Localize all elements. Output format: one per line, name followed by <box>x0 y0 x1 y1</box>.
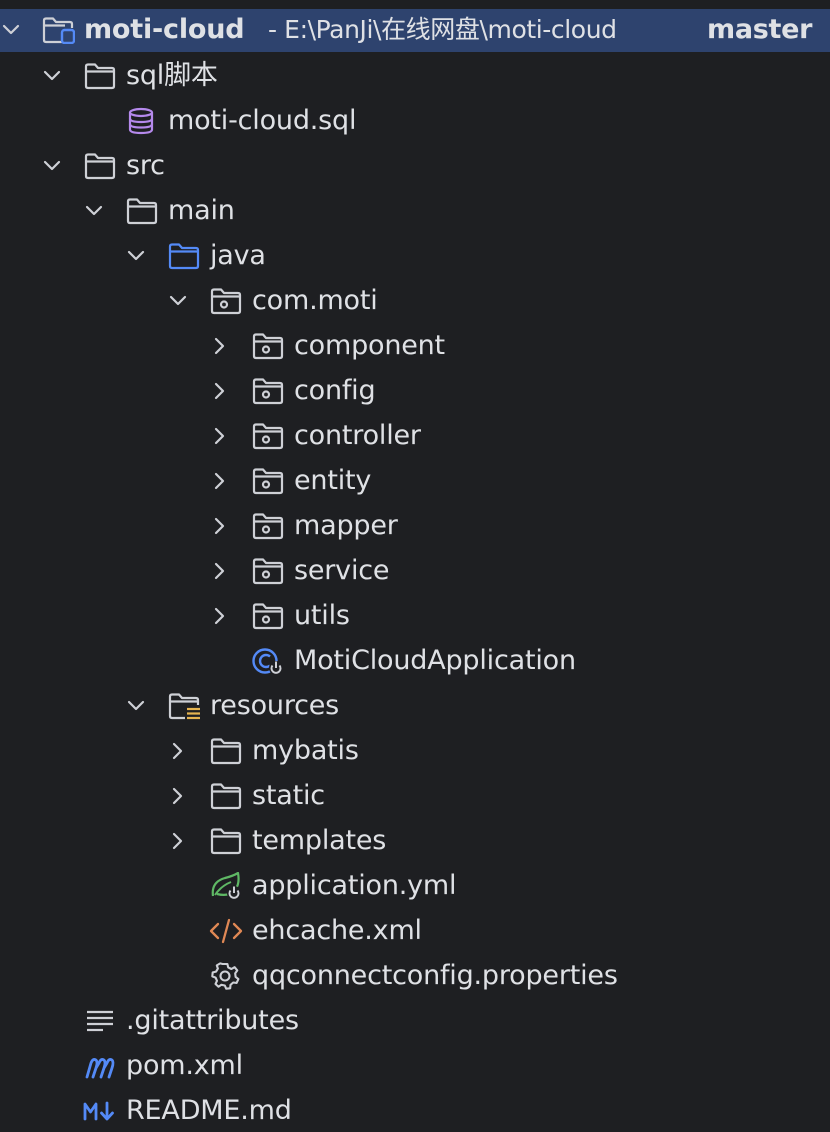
chevron-right-icon[interactable] <box>210 381 230 401</box>
markdown-icon <box>83 1097 117 1125</box>
tree-row-sql-dir[interactable]: sql脚本 <box>0 54 830 98</box>
folder-icon <box>209 827 243 855</box>
git-branch: master <box>707 14 813 45</box>
chevron-down-icon[interactable] <box>168 291 188 311</box>
chevron-down-icon[interactable] <box>126 696 146 716</box>
spring-config-icon <box>209 872 243 900</box>
source-folder-icon <box>167 242 201 270</box>
package-icon <box>251 467 285 495</box>
item-label: qqconnectconfig.properties <box>252 960 618 991</box>
item-label: README.md <box>126 1095 292 1126</box>
tree-row-resources[interactable]: resources <box>0 684 830 728</box>
item-label: controller <box>294 420 421 451</box>
text-file-icon <box>83 1007 117 1035</box>
tree-row-mapper[interactable]: mapper <box>0 504 830 548</box>
tree-row-controller[interactable]: controller <box>0 414 830 458</box>
tree-row-templates[interactable]: templates <box>0 819 830 863</box>
tree-row-static[interactable]: static <box>0 774 830 818</box>
item-label: ehcache.xml <box>252 915 422 946</box>
item-label: templates <box>252 825 387 856</box>
item-label: moti-cloud.sql <box>168 105 357 136</box>
package-icon <box>251 332 285 360</box>
resources-folder-icon <box>167 692 201 720</box>
maven-icon <box>83 1052 117 1080</box>
tree-row-java[interactable]: java <box>0 234 830 278</box>
package-icon <box>209 287 243 315</box>
chevron-right-icon[interactable] <box>210 516 230 536</box>
project-path: - E:\PanJi\在线网盘\moti-cloud <box>268 15 617 44</box>
tree-row-readme[interactable]: README.md <box>0 1089 830 1132</box>
package-icon <box>251 512 285 540</box>
item-label: main <box>168 195 235 226</box>
chevron-right-icon[interactable] <box>210 426 230 446</box>
tree-row-src[interactable]: src <box>0 144 830 188</box>
chevron-down-icon[interactable] <box>42 66 62 86</box>
item-label: mapper <box>294 510 398 541</box>
chevron-down-icon[interactable] <box>126 246 146 266</box>
package-icon <box>251 557 285 585</box>
chevron-down-icon[interactable] <box>1 20 21 40</box>
tree-row-gitattributes[interactable]: .gitattributes <box>0 999 830 1043</box>
tree-row-sql-file[interactable]: moti-cloud.sql <box>0 99 830 143</box>
chevron-down-icon[interactable] <box>84 201 104 221</box>
folder-icon <box>125 197 159 225</box>
item-label: service <box>294 555 390 586</box>
package-icon <box>251 602 285 630</box>
tree-row-app-class[interactable]: MotiCloudApplication <box>0 639 830 683</box>
project-folder-icon <box>41 16 75 44</box>
tree-row-entity[interactable]: entity <box>0 459 830 503</box>
item-label: application.yml <box>252 870 457 901</box>
item-label: java <box>210 240 266 271</box>
spring-boot-class-icon <box>251 647 285 675</box>
xml-icon <box>209 917 243 945</box>
database-icon <box>126 107 160 135</box>
item-label: config <box>294 375 376 406</box>
chevron-right-icon[interactable] <box>168 831 188 851</box>
tree-row-mybatis[interactable]: mybatis <box>0 729 830 773</box>
item-label: MotiCloudApplication <box>294 645 576 676</box>
folder-icon <box>83 152 117 180</box>
chevron-right-icon[interactable] <box>210 336 230 356</box>
tree-row-ehcache-xml[interactable]: ehcache.xml <box>0 909 830 953</box>
item-label: entity <box>294 465 372 496</box>
item-label: sql脚本 <box>126 60 218 91</box>
item-label: static <box>252 780 325 811</box>
folder-icon <box>209 782 243 810</box>
chevron-down-icon[interactable] <box>42 156 62 176</box>
tree-row-config[interactable]: config <box>0 369 830 413</box>
item-label: utils <box>294 600 350 631</box>
folder-icon <box>83 62 117 90</box>
chevron-right-icon[interactable] <box>210 606 230 626</box>
folder-icon <box>209 737 243 765</box>
item-label: src <box>126 150 165 181</box>
item-label: pom.xml <box>126 1050 243 1081</box>
package-icon <box>251 377 285 405</box>
chevron-right-icon[interactable] <box>210 561 230 581</box>
item-label: com.moti <box>252 285 378 316</box>
chevron-right-icon[interactable] <box>168 741 188 761</box>
tree-row-main[interactable]: main <box>0 189 830 233</box>
gear-icon <box>209 962 243 990</box>
tree-row-com-moti[interactable]: com.moti <box>0 279 830 323</box>
tree-row-component[interactable]: component <box>0 324 830 368</box>
item-label: component <box>294 330 445 361</box>
chevron-right-icon[interactable] <box>168 786 188 806</box>
tree-row-application-yml[interactable]: application.yml <box>0 864 830 908</box>
chevron-right-icon[interactable] <box>210 471 230 491</box>
item-label: .gitattributes <box>126 1005 299 1036</box>
tree-row-utils[interactable]: utils <box>0 594 830 638</box>
project-name: moti-cloud <box>84 14 245 45</box>
tree-row-service[interactable]: service <box>0 549 830 593</box>
item-label: mybatis <box>252 735 359 766</box>
item-label: resources <box>210 690 340 721</box>
project-tree: moti-cloud - E:\PanJi\在线网盘\moti-cloud ma… <box>0 0 830 1132</box>
package-icon <box>251 422 285 450</box>
tree-row-qqconnect-properties[interactable]: qqconnectconfig.properties <box>0 954 830 998</box>
tree-row-project-root[interactable]: moti-cloud - E:\PanJi\在线网盘\moti-cloud ma… <box>0 9 830 52</box>
tree-row-pom-xml[interactable]: pom.xml <box>0 1044 830 1088</box>
